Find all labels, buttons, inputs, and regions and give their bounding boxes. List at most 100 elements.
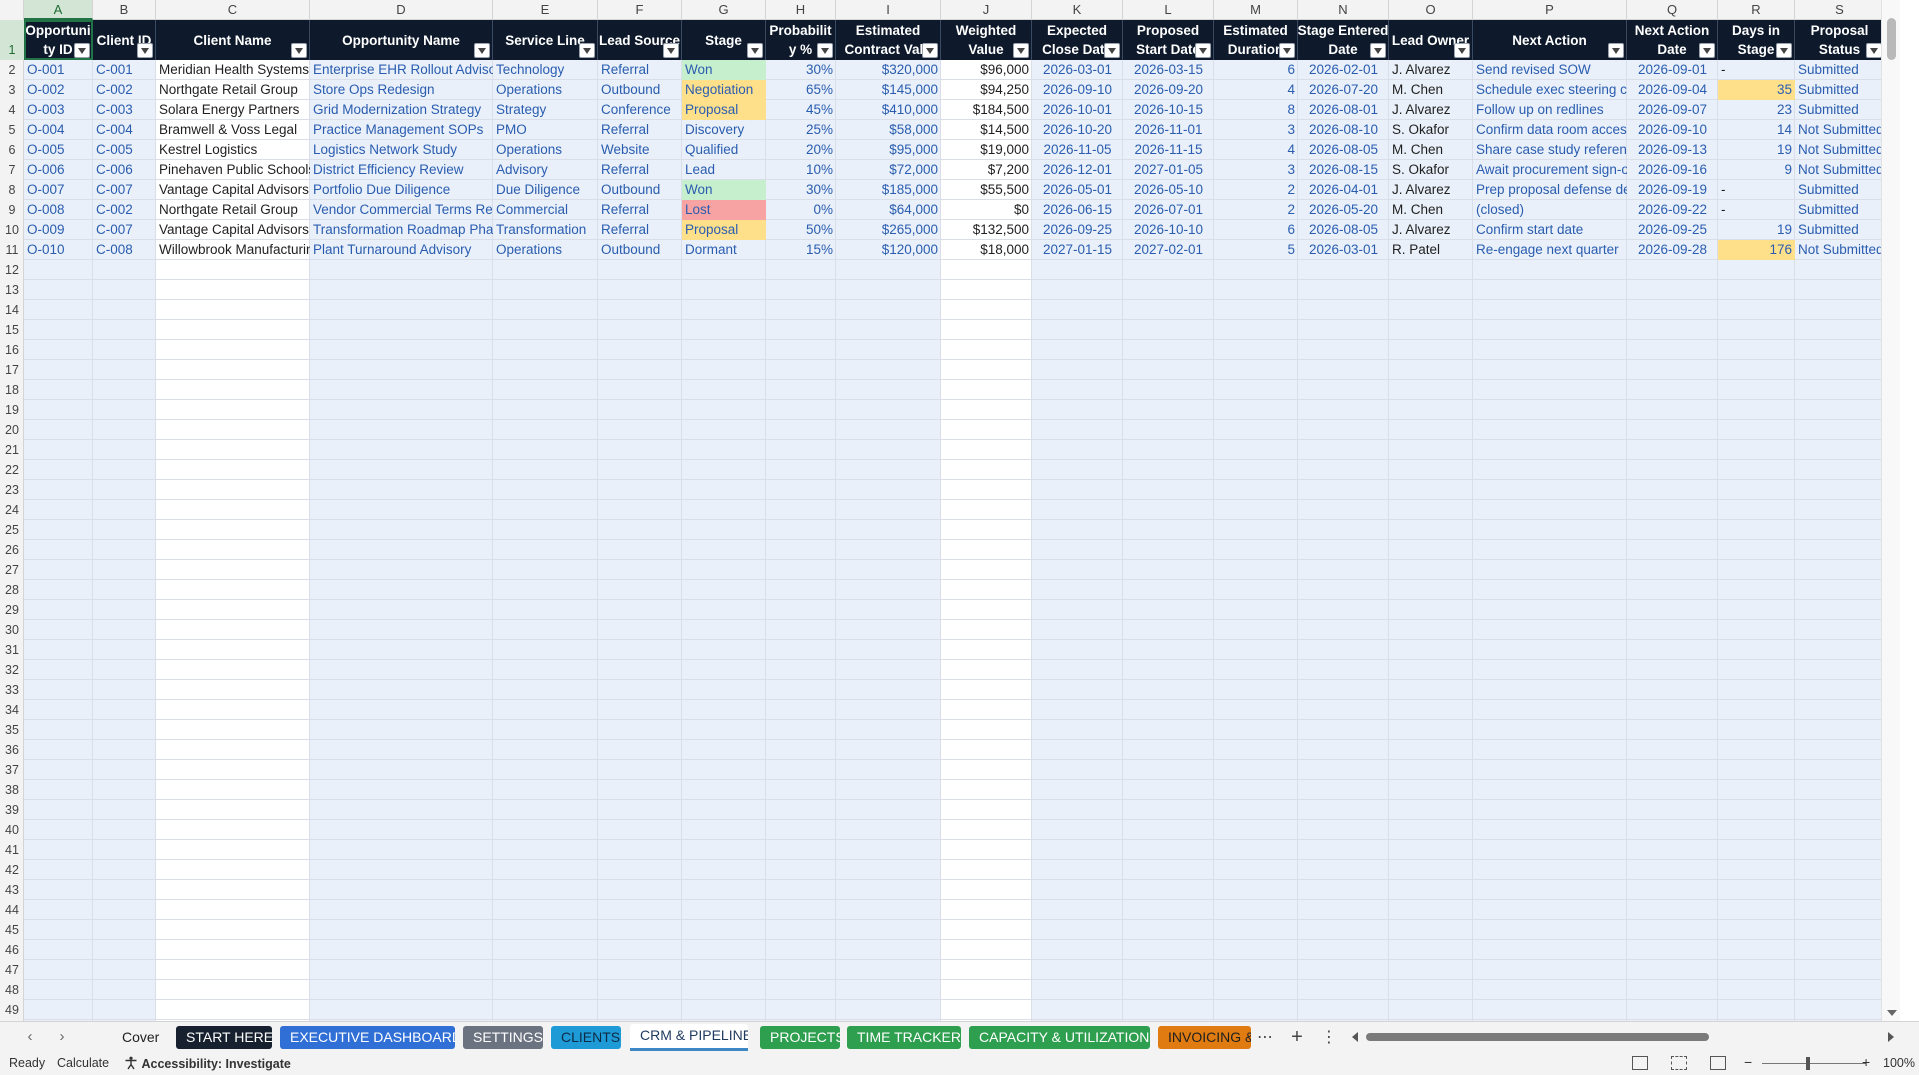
page-break-view-icon[interactable]	[1710, 1056, 1726, 1070]
row-number[interactable]: 24	[0, 500, 24, 520]
cell-estimated-duration[interactable]: 3	[1214, 120, 1298, 140]
row-number[interactable]: 15	[0, 320, 24, 340]
cell-weighted-value[interactable]: $132,500	[941, 220, 1032, 240]
cell-stage[interactable]: Qualified	[682, 140, 766, 160]
cell-next-action-date[interactable]: 2026-09-19	[1627, 180, 1718, 200]
row-number[interactable]: 33	[0, 680, 24, 700]
header-stage-entered-date[interactable]: Stage Entered Date	[1298, 20, 1389, 60]
row-number[interactable]: 4	[0, 100, 24, 120]
row-number[interactable]: 32	[0, 660, 24, 680]
row-number[interactable]: 1	[0, 20, 24, 60]
cell-client-name[interactable]: Solara Energy Partners	[156, 100, 310, 120]
row-number[interactable]: 9	[0, 200, 24, 220]
cell-proposed-start-date[interactable]: 2027-01-05	[1123, 160, 1214, 180]
cell-days-in-stage[interactable]: -	[1718, 180, 1795, 200]
cell-service-line[interactable]: Operations	[493, 140, 598, 160]
cell-stage[interactable]: Won	[682, 60, 766, 80]
horizontal-scrollbar[interactable]	[1350, 1030, 1896, 1044]
sheet-tab-projects[interactable]: PROJECTS	[760, 1026, 840, 1049]
cell-client-name[interactable]: Pinehaven Public Schools	[156, 160, 310, 180]
cell-proposed-start-date[interactable]: 2026-11-01	[1123, 120, 1214, 140]
column-letter-d[interactable]: D	[310, 0, 493, 20]
row-number[interactable]: 31	[0, 640, 24, 660]
filter-dropdown-icon[interactable]	[1866, 43, 1882, 58]
header-estimated-contract-value[interactable]: Estimated Contract Valu	[836, 20, 941, 60]
column-letter-h[interactable]: H	[766, 0, 836, 20]
cell-expected-close-date[interactable]: 2026-03-01	[1032, 60, 1123, 80]
cell-client-id[interactable]: C-002	[93, 200, 156, 220]
cell-client-id[interactable]: C-007	[93, 220, 156, 240]
cell-lead-source[interactable]: Outbound	[598, 180, 682, 200]
horizontal-scroll-thumb[interactable]	[1366, 1033, 1709, 1041]
sheet-tab-clients[interactable]: CLIENTS	[551, 1026, 621, 1049]
vertical-scrollbar[interactable]	[1881, 0, 1900, 1021]
cell-weighted-value[interactable]: $184,500	[941, 100, 1032, 120]
header-weighted-value[interactable]: Weighted Value	[941, 20, 1032, 60]
cell-next-action-date[interactable]: 2026-09-16	[1627, 160, 1718, 180]
cell-lead-source[interactable]: Referral	[598, 200, 682, 220]
header-client-id[interactable]: Client ID	[93, 20, 156, 60]
cell-stage[interactable]: Dormant	[682, 240, 766, 260]
cell-opportunity-id[interactable]: O-006	[24, 160, 93, 180]
cell-estimated-duration[interactable]: 4	[1214, 80, 1298, 100]
cell-client-name[interactable]: Northgate Retail Group	[156, 80, 310, 100]
header-days-in-stage[interactable]: Days in Stage	[1718, 20, 1795, 60]
next-sheet-icon[interactable]: ›	[52, 1027, 72, 1047]
cell-proposal-status[interactable]: Submitted	[1795, 200, 1885, 220]
cell-proposed-start-date[interactable]: 2026-11-15	[1123, 140, 1214, 160]
cell-expected-close-date[interactable]: 2026-12-01	[1032, 160, 1123, 180]
cell-estimated-contract-value[interactable]: $265,000	[836, 220, 941, 240]
filter-dropdown-icon[interactable]	[579, 43, 595, 58]
cell-proposed-start-date[interactable]: 2026-03-15	[1123, 60, 1214, 80]
header-lead-owner[interactable]: Lead Owner	[1389, 20, 1473, 60]
row-number[interactable]: 19	[0, 400, 24, 420]
cell-opportunity-id[interactable]: O-005	[24, 140, 93, 160]
column-letter-q[interactable]: Q	[1627, 0, 1718, 20]
cell-probability-[interactable]: 10%	[766, 160, 836, 180]
spreadsheet-grid[interactable]: ABCDEFGHIJKLMNOPQRST 1234567891011121314…	[0, 0, 1900, 1021]
cell-next-action-date[interactable]: 2026-09-13	[1627, 140, 1718, 160]
cell-client-name[interactable]: Willowbrook Manufacturing	[156, 240, 310, 260]
cell-lead-owner[interactable]: J. Alvarez	[1389, 60, 1473, 80]
zoom-slider-knob[interactable]	[1806, 1057, 1810, 1070]
row-number[interactable]: 6	[0, 140, 24, 160]
cell-client-name[interactable]: Kestrel Logistics	[156, 140, 310, 160]
sheet-tab-settings[interactable]: SETTINGS	[463, 1026, 543, 1049]
column-letter-s[interactable]: S	[1795, 0, 1885, 20]
cell-lead-owner[interactable]: J. Alvarez	[1389, 180, 1473, 200]
cell-area[interactable]: Opportuni ty ID Client ID Client Name Oppor…	[24, 20, 1900, 1021]
cell-client-id[interactable]: C-006	[93, 160, 156, 180]
cell-client-id[interactable]: C-001	[93, 60, 156, 80]
cell-weighted-value[interactable]: $19,000	[941, 140, 1032, 160]
header-next-action[interactable]: Next Action	[1473, 20, 1627, 60]
cell-days-in-stage[interactable]: 19	[1718, 140, 1795, 160]
header-client-name[interactable]: Client Name	[156, 20, 310, 60]
cell-next-action-date[interactable]: 2026-09-22	[1627, 200, 1718, 220]
cell-client-id[interactable]: C-007	[93, 180, 156, 200]
cell-opportunity-name[interactable]: Practice Management SOPs	[310, 120, 493, 140]
cell-next-action-date[interactable]: 2026-09-10	[1627, 120, 1718, 140]
cell-weighted-value[interactable]: $14,500	[941, 120, 1032, 140]
cell-weighted-value[interactable]: $94,250	[941, 80, 1032, 100]
cell-service-line[interactable]: Strategy	[493, 100, 598, 120]
zoom-slider-track[interactable]	[1762, 1063, 1866, 1064]
row-number[interactable]: 7	[0, 160, 24, 180]
cell-opportunity-name[interactable]: Vendor Commercial Terms Review	[310, 200, 493, 220]
cell-client-name[interactable]: Northgate Retail Group	[156, 200, 310, 220]
header-stage[interactable]: Stage	[682, 20, 766, 60]
cell-probability-[interactable]: 45%	[766, 100, 836, 120]
cell-days-in-stage[interactable]: 9	[1718, 160, 1795, 180]
cell-estimated-duration[interactable]: 8	[1214, 100, 1298, 120]
cell-estimated-contract-value[interactable]: $185,000	[836, 180, 941, 200]
cell-stage-entered-date[interactable]: 2026-08-05	[1298, 220, 1389, 240]
cell-opportunity-name[interactable]: District Efficiency Review	[310, 160, 493, 180]
scroll-left-arrow-icon[interactable]	[1352, 1032, 1358, 1042]
column-letter-c[interactable]: C	[156, 0, 310, 20]
filter-dropdown-icon[interactable]	[74, 43, 90, 58]
row-number[interactable]: 43	[0, 880, 24, 900]
cell-proposed-start-date[interactable]: 2026-09-20	[1123, 80, 1214, 100]
row-number[interactable]: 28	[0, 580, 24, 600]
zoom-level[interactable]: 100%	[1883, 1056, 1915, 1070]
cell-opportunity-id[interactable]: O-004	[24, 120, 93, 140]
row-number[interactable]: 20	[0, 420, 24, 440]
